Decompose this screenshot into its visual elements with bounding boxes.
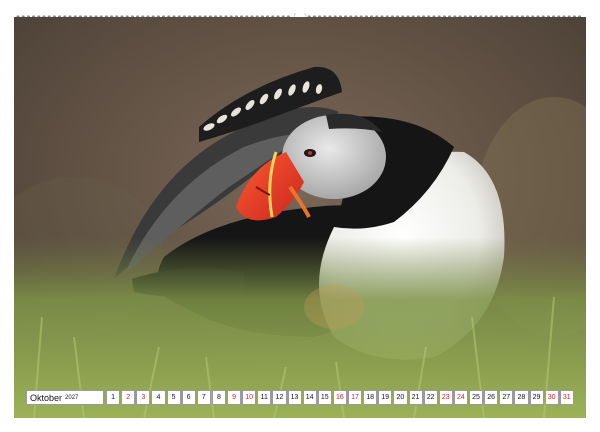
day-cell: 23	[438, 390, 453, 405]
day-cell: 16	[332, 390, 347, 405]
day-cell: 12	[272, 390, 287, 405]
puffin-photo	[14, 17, 586, 418]
day-cell: 27	[499, 390, 514, 405]
day-cell: 22	[423, 390, 438, 405]
day-cell: 14	[302, 390, 317, 405]
month-label-cell: Oktober 2027	[26, 390, 104, 405]
day-cell: 11	[257, 390, 272, 405]
day-cell: 21	[408, 390, 423, 405]
day-cell: 17	[348, 390, 363, 405]
calendar-strip: Oktober 2027 1 2 3 4 5 6 7 8 9 10 11 12 13 14 15 16 17 18…	[26, 390, 574, 405]
day-cell: 8	[211, 390, 226, 405]
day-cell: 15	[317, 390, 332, 405]
day-cell: 9	[227, 390, 242, 405]
day-cell: 13	[287, 390, 302, 405]
day-cell: 5	[166, 390, 181, 405]
day-cell: 31	[559, 390, 574, 405]
day-cell: 1	[106, 390, 121, 405]
day-cell: 29	[529, 390, 544, 405]
day-cell: 10	[242, 390, 257, 405]
day-cell: 24	[453, 390, 468, 405]
day-cell: 2	[121, 390, 136, 405]
month-name: Oktober	[30, 392, 63, 403]
day-cell: 19	[378, 390, 393, 405]
year-label: 2027	[65, 394, 79, 401]
day-cell: 25	[469, 390, 484, 405]
day-cell: 28	[514, 390, 529, 405]
day-cell: 4	[151, 390, 166, 405]
day-cell: 3	[136, 390, 151, 405]
day-cell: 18	[363, 390, 378, 405]
day-cell: 6	[181, 390, 196, 405]
day-cell: 30	[544, 390, 559, 405]
day-cell: 26	[484, 390, 499, 405]
day-cell: 7	[196, 390, 211, 405]
day-cell: 20	[393, 390, 408, 405]
day-cells: 1 2 3 4 5 6 7 8 9 10 11 12 13 14 15 16 17 18 19 20 21 22 23 24 2…	[106, 390, 574, 405]
